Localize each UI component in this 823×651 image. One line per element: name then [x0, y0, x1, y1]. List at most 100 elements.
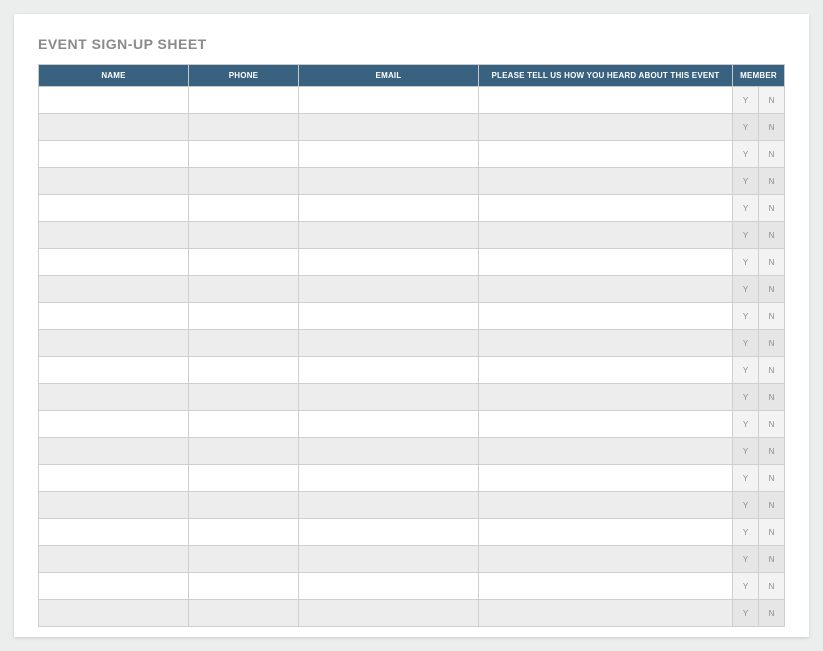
cell-phone[interactable]: [189, 195, 299, 222]
cell-name[interactable]: [39, 600, 189, 627]
cell-email[interactable]: [299, 222, 479, 249]
cell-name[interactable]: [39, 573, 189, 600]
cell-email[interactable]: [299, 465, 479, 492]
cell-member-y[interactable]: Y: [732, 141, 758, 168]
cell-member-n[interactable]: N: [758, 87, 784, 114]
cell-phone[interactable]: [189, 384, 299, 411]
cell-member-y[interactable]: Y: [732, 222, 758, 249]
cell-name[interactable]: [39, 222, 189, 249]
cell-member-n[interactable]: N: [758, 141, 784, 168]
cell-member-n[interactable]: N: [758, 411, 784, 438]
cell-email[interactable]: [299, 114, 479, 141]
cell-phone[interactable]: [189, 141, 299, 168]
cell-email[interactable]: [299, 411, 479, 438]
cell-member-y[interactable]: Y: [732, 492, 758, 519]
cell-email[interactable]: [299, 141, 479, 168]
cell-email[interactable]: [299, 87, 479, 114]
cell-member-n[interactable]: N: [758, 249, 784, 276]
cell-phone[interactable]: [189, 249, 299, 276]
cell-heard[interactable]: [479, 168, 733, 195]
cell-member-y[interactable]: Y: [732, 87, 758, 114]
cell-email[interactable]: [299, 330, 479, 357]
cell-name[interactable]: [39, 384, 189, 411]
cell-name[interactable]: [39, 411, 189, 438]
cell-member-y[interactable]: Y: [732, 249, 758, 276]
cell-member-y[interactable]: Y: [732, 600, 758, 627]
cell-member-n[interactable]: N: [758, 465, 784, 492]
cell-heard[interactable]: [479, 87, 733, 114]
cell-member-n[interactable]: N: [758, 384, 784, 411]
cell-heard[interactable]: [479, 114, 733, 141]
cell-member-n[interactable]: N: [758, 168, 784, 195]
cell-heard[interactable]: [479, 438, 733, 465]
cell-name[interactable]: [39, 357, 189, 384]
cell-phone[interactable]: [189, 276, 299, 303]
cell-member-y[interactable]: Y: [732, 276, 758, 303]
cell-heard[interactable]: [479, 411, 733, 438]
cell-phone[interactable]: [189, 465, 299, 492]
cell-member-y[interactable]: Y: [732, 114, 758, 141]
cell-name[interactable]: [39, 249, 189, 276]
cell-heard[interactable]: [479, 249, 733, 276]
cell-member-n[interactable]: N: [758, 573, 784, 600]
cell-name[interactable]: [39, 276, 189, 303]
cell-member-y[interactable]: Y: [732, 303, 758, 330]
cell-heard[interactable]: [479, 384, 733, 411]
cell-email[interactable]: [299, 276, 479, 303]
cell-member-n[interactable]: N: [758, 357, 784, 384]
cell-member-y[interactable]: Y: [732, 330, 758, 357]
cell-phone[interactable]: [189, 330, 299, 357]
cell-phone[interactable]: [189, 492, 299, 519]
cell-phone[interactable]: [189, 573, 299, 600]
cell-member-y[interactable]: Y: [732, 195, 758, 222]
cell-heard[interactable]: [479, 573, 733, 600]
cell-member-y[interactable]: Y: [732, 573, 758, 600]
cell-phone[interactable]: [189, 114, 299, 141]
cell-phone[interactable]: [189, 303, 299, 330]
cell-member-y[interactable]: Y: [732, 384, 758, 411]
cell-member-n[interactable]: N: [758, 222, 784, 249]
cell-name[interactable]: [39, 195, 189, 222]
cell-member-n[interactable]: N: [758, 492, 784, 519]
cell-email[interactable]: [299, 438, 479, 465]
cell-member-n[interactable]: N: [758, 303, 784, 330]
cell-member-y[interactable]: Y: [732, 357, 758, 384]
cell-email[interactable]: [299, 546, 479, 573]
cell-email[interactable]: [299, 303, 479, 330]
cell-member-y[interactable]: Y: [732, 168, 758, 195]
cell-name[interactable]: [39, 546, 189, 573]
cell-phone[interactable]: [189, 411, 299, 438]
cell-email[interactable]: [299, 519, 479, 546]
cell-email[interactable]: [299, 573, 479, 600]
cell-heard[interactable]: [479, 276, 733, 303]
cell-name[interactable]: [39, 492, 189, 519]
cell-phone[interactable]: [189, 87, 299, 114]
cell-name[interactable]: [39, 114, 189, 141]
cell-phone[interactable]: [189, 600, 299, 627]
cell-heard[interactable]: [479, 303, 733, 330]
cell-heard[interactable]: [479, 600, 733, 627]
cell-email[interactable]: [299, 168, 479, 195]
cell-name[interactable]: [39, 168, 189, 195]
cell-name[interactable]: [39, 303, 189, 330]
cell-member-n[interactable]: N: [758, 438, 784, 465]
cell-phone[interactable]: [189, 168, 299, 195]
cell-heard[interactable]: [479, 519, 733, 546]
cell-name[interactable]: [39, 519, 189, 546]
cell-member-y[interactable]: Y: [732, 411, 758, 438]
cell-phone[interactable]: [189, 357, 299, 384]
cell-member-y[interactable]: Y: [732, 546, 758, 573]
cell-member-n[interactable]: N: [758, 330, 784, 357]
cell-email[interactable]: [299, 195, 479, 222]
cell-heard[interactable]: [479, 546, 733, 573]
cell-heard[interactable]: [479, 357, 733, 384]
cell-heard[interactable]: [479, 330, 733, 357]
cell-member-y[interactable]: Y: [732, 438, 758, 465]
cell-heard[interactable]: [479, 141, 733, 168]
cell-email[interactable]: [299, 600, 479, 627]
cell-heard[interactable]: [479, 195, 733, 222]
cell-phone[interactable]: [189, 546, 299, 573]
cell-member-n[interactable]: N: [758, 114, 784, 141]
cell-name[interactable]: [39, 438, 189, 465]
cell-member-n[interactable]: N: [758, 519, 784, 546]
